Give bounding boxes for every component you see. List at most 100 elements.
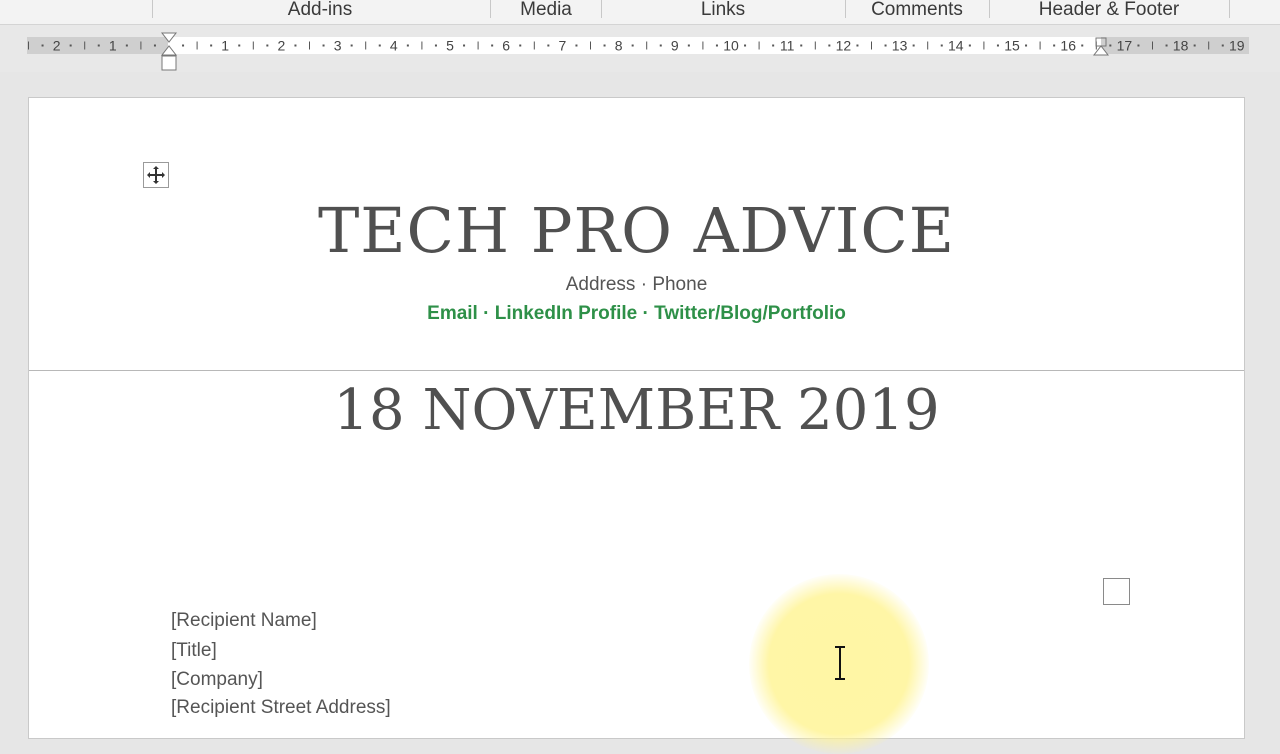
table-move-handle-icon[interactable] — [143, 162, 169, 188]
ruler-label: 13 — [892, 38, 908, 54]
text-cursor-icon — [835, 646, 845, 680]
ruler-label: 10 — [723, 38, 739, 54]
ruler-tick — [996, 44, 999, 47]
ruler-tick — [153, 44, 156, 47]
ruler-label: 2 — [278, 38, 286, 54]
ruler-label: 15 — [1004, 38, 1020, 54]
ruler-tick — [828, 44, 831, 47]
ruler-label: 4 — [390, 38, 398, 54]
ruler-tick — [350, 44, 353, 47]
ruler-tick — [434, 44, 437, 47]
letter-date[interactable]: 18 NOVEMBER 2019 — [29, 378, 1244, 443]
ruler-tick — [533, 41, 535, 50]
ruler-tick — [814, 41, 816, 50]
ruler-tick — [1165, 44, 1168, 47]
group-links: Links — [700, 0, 746, 20]
ruler-tick — [1025, 44, 1028, 47]
ruler-label: 11 — [780, 38, 795, 54]
ruler-tick — [968, 44, 971, 47]
ruler-tick — [125, 44, 128, 47]
ruler-tick — [940, 44, 943, 47]
ruler-tick — [547, 44, 550, 47]
ruler-label: 14 — [948, 38, 964, 54]
recipient-street-address-placeholder[interactable]: [Recipient Street Address] — [171, 697, 391, 719]
ruler-tick — [1137, 44, 1140, 47]
ruler-label: 18 — [1173, 38, 1189, 54]
ruler-tick — [238, 44, 241, 47]
ruler-tick — [983, 41, 985, 50]
ruler-tick — [687, 44, 690, 47]
ruler-tick — [1221, 44, 1224, 47]
recipient-name-placeholder[interactable]: [Recipient Name] — [171, 610, 317, 632]
ruler-tick — [1053, 44, 1056, 47]
ruler-tick — [912, 44, 915, 47]
ruler-label: 6 — [502, 38, 510, 54]
ruler-label: 2 — [53, 38, 61, 54]
ruler-label: 9 — [671, 38, 679, 54]
ruler-label: 7 — [559, 38, 567, 54]
ruler-tick — [294, 44, 297, 47]
ruler-tick — [28, 41, 29, 50]
ruler-tick — [800, 44, 803, 47]
group-header-footer: Header & Footer — [1038, 0, 1180, 20]
ruler-tick — [421, 41, 423, 50]
ruler-tick — [603, 44, 606, 47]
ruler-tick — [1208, 41, 1210, 50]
recipient-company-placeholder[interactable]: [Company] — [171, 669, 263, 691]
group-media: Media — [520, 0, 572, 20]
ruler-graphic: 2 1 1 2 3 4 5 6 7 8 9 10 11 12 13 14 15 16 17 18 19 — [27, 32, 1249, 71]
header-divider — [29, 370, 1244, 371]
ribbon-separator — [490, 0, 491, 18]
company-name-heading[interactable]: TECH PRO ADVICE — [29, 194, 1244, 267]
ruler-tick — [1109, 44, 1112, 47]
ruler-tick — [871, 41, 872, 50]
ruler-tick — [702, 41, 704, 50]
ruler-tick — [477, 41, 479, 50]
horizontal-ruler[interactable]: 2 1 1 2 3 4 5 6 7 8 9 10 11 12 13 14 15 16 17 18 19 — [0, 25, 1280, 72]
ruler-tick — [659, 44, 662, 47]
ribbon-separator — [152, 0, 153, 18]
ruler-tick — [322, 44, 325, 47]
email-links-line[interactable]: Email · LinkedIn Profile · Twitter/Blog/… — [29, 303, 1244, 325]
ruler-tick — [646, 41, 648, 50]
ribbon-group-labels: Add-ins Media Links Comments Header & Fo… — [0, 0, 1280, 25]
ruler-tick — [772, 44, 775, 47]
ruler-tick — [884, 44, 887, 47]
ruler-tick — [196, 41, 198, 50]
ruler-tick — [365, 41, 367, 50]
ruler-left-margin — [27, 37, 168, 54]
ruler-tick — [1193, 44, 1196, 47]
recipient-title-placeholder[interactable]: [Title] — [171, 640, 217, 662]
ruler-tick — [631, 44, 634, 47]
address-phone-line[interactable]: Address · Phone — [29, 274, 1244, 296]
ruler-tick — [182, 44, 185, 47]
ruler-tick — [1039, 41, 1041, 50]
ruler-tick — [463, 44, 466, 47]
ruler-label: 12 — [836, 38, 852, 54]
ruler-tick — [1152, 41, 1153, 50]
ruler-tick — [927, 41, 929, 50]
ruler-tick — [744, 44, 747, 47]
ruler-tick — [1081, 44, 1084, 47]
ruler-tick — [140, 41, 142, 50]
ruler-tick — [309, 41, 310, 50]
ruler-tick — [210, 44, 213, 47]
ruler-tick — [856, 44, 859, 47]
ruler-label: 17 — [1117, 38, 1133, 54]
ruler-tick — [715, 44, 718, 47]
ruler-label: 3 — [334, 38, 342, 54]
ruler-label: 1 — [109, 38, 117, 54]
ruler-tick — [758, 41, 760, 50]
ruler-label: 19 — [1229, 38, 1245, 54]
placeholder-box[interactable] — [1103, 578, 1130, 605]
ruler-label: 16 — [1060, 38, 1076, 54]
group-add-ins: Add-ins — [287, 0, 353, 20]
ruler-tick — [406, 44, 409, 47]
group-comments: Comments — [871, 0, 963, 20]
ruler-tick — [41, 44, 44, 47]
ruler-tick — [69, 44, 72, 47]
document-page[interactable]: TECH PRO ADVICE Address · Phone Email · … — [28, 97, 1245, 754]
left-indent-marker[interactable] — [161, 55, 177, 71]
ruler-tick — [84, 41, 86, 50]
ruler-tick — [491, 44, 494, 47]
